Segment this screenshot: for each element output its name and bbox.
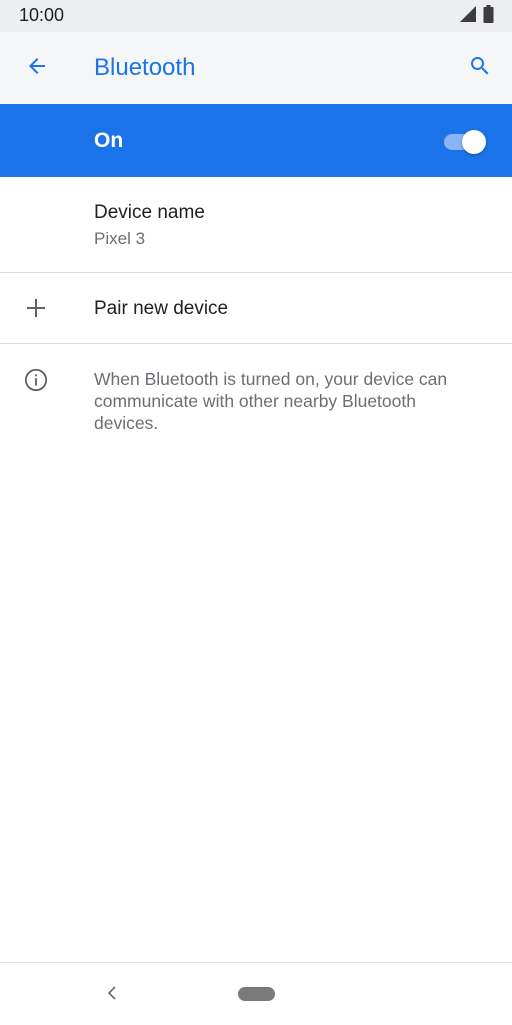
- battery-icon: [483, 4, 494, 28]
- pair-new-device-row[interactable]: Pair new device: [0, 273, 512, 344]
- device-name-title: Device name: [94, 202, 205, 223]
- app-bar: Bluetooth: [0, 32, 512, 104]
- status-icons: [459, 4, 494, 28]
- info-icon: [24, 368, 48, 392]
- bluetooth-toggle-bar[interactable]: On: [0, 104, 512, 177]
- switch-thumb: [462, 130, 486, 154]
- page-title: Bluetooth: [94, 54, 196, 81]
- info-text: When Bluetooth is turned on, your device…: [94, 369, 448, 433]
- bluetooth-info: When Bluetooth is turned on, your device…: [0, 344, 512, 454]
- device-name-row[interactable]: Device name Pixel 3: [0, 177, 512, 273]
- status-time: 10:00: [19, 5, 65, 25]
- nav-back-chevron-icon: [105, 985, 119, 1006]
- signal-icon: [459, 5, 477, 28]
- home-pill-icon[interactable]: [238, 987, 275, 1001]
- navigation-bar: [0, 962, 512, 1025]
- plus-icon: [24, 296, 48, 320]
- bluetooth-toggle-label: On: [94, 129, 124, 152]
- arrow-back-icon: [25, 54, 49, 83]
- search-button[interactable]: [460, 48, 500, 88]
- pair-new-device-label: Pair new device: [94, 298, 229, 319]
- device-name-value: Pixel 3: [94, 229, 146, 248]
- search-icon: [468, 54, 492, 83]
- bluetooth-switch[interactable]: [444, 130, 488, 154]
- status-bar: 10:00: [0, 0, 512, 32]
- nav-back-button[interactable]: [98, 981, 126, 1009]
- back-button[interactable]: [17, 48, 57, 88]
